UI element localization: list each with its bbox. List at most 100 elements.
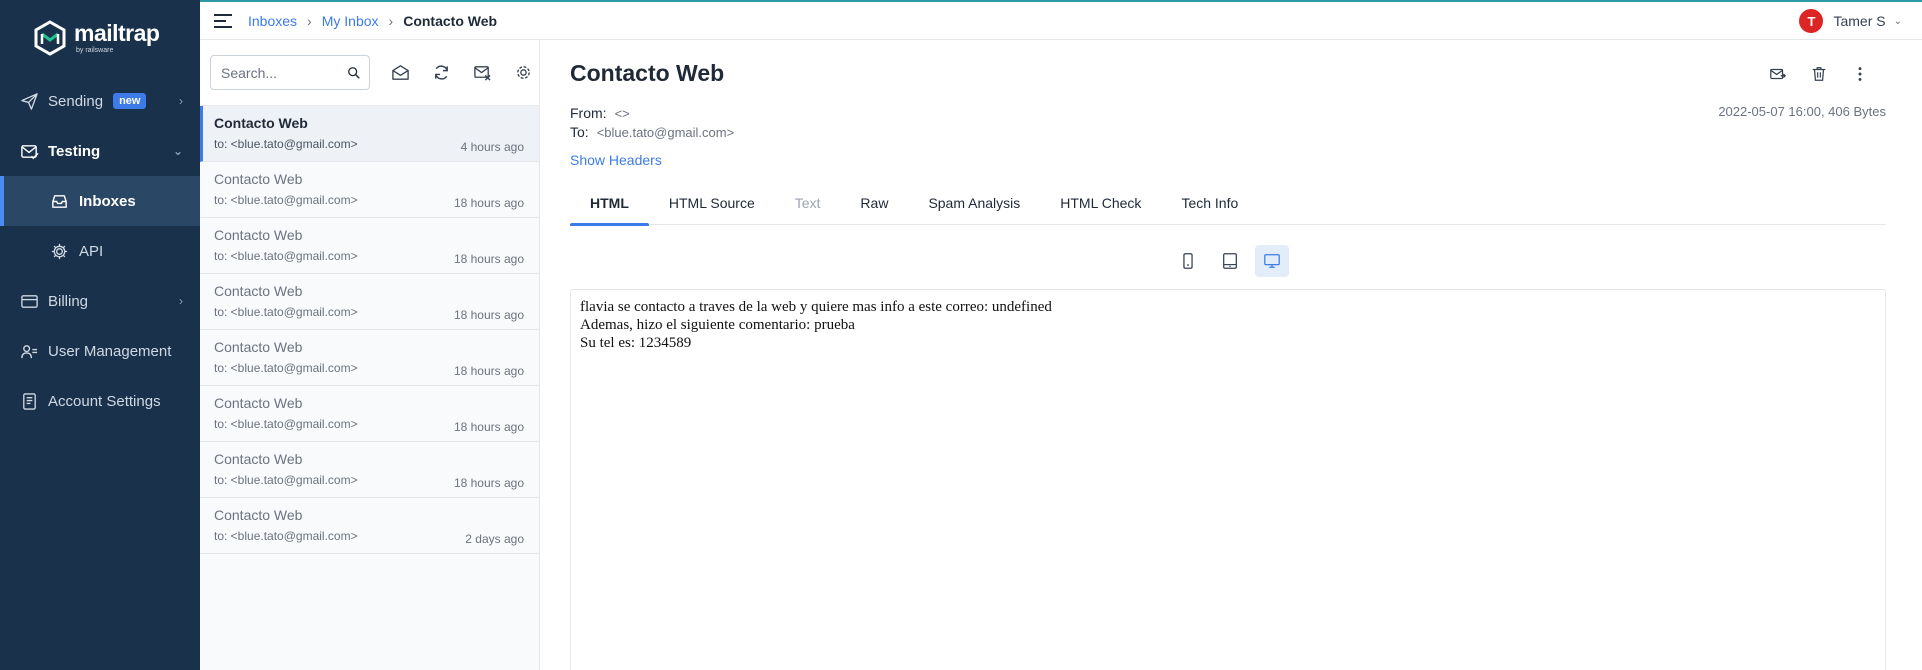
- delete-button[interactable]: [1807, 62, 1831, 86]
- sidebar-item-sending[interactable]: Sending new ›: [0, 76, 200, 126]
- message-time: 18 hours ago: [453, 476, 524, 490]
- message-list-item[interactable]: Contacto Web to: <blue.tato@gmail.com> 2…: [200, 498, 539, 554]
- sidebar-item-inboxes[interactable]: Inboxes: [0, 176, 200, 226]
- topbar: Inboxes › My Inbox › Contacto Web T Tame…: [200, 0, 1922, 40]
- from-value: <>: [614, 106, 630, 121]
- refresh-icon: [434, 65, 448, 80]
- breadcrumb: Inboxes › My Inbox › Contacto Web: [248, 13, 497, 29]
- search-icon[interactable]: [347, 66, 361, 80]
- menu-icon[interactable]: [214, 13, 232, 28]
- tab-tech-info[interactable]: Tech Info: [1161, 181, 1258, 225]
- sidebar-item-api[interactable]: API: [0, 226, 200, 276]
- tab-html-source[interactable]: HTML Source: [649, 181, 775, 225]
- gear-icon: [51, 243, 68, 259]
- sidebar-item-label: Sending: [48, 92, 104, 110]
- chevron-right-icon: ›: [179, 294, 183, 308]
- tab-spam-analysis[interactable]: Spam Analysis: [908, 181, 1040, 225]
- to-value: <blue.tato@gmail.com>: [596, 125, 735, 140]
- message-preview: flavia se contacto a traves de la web y …: [570, 289, 1886, 670]
- message-list-item[interactable]: Contacto Web to: <blue.tato@gmail.com> 1…: [200, 330, 539, 386]
- message-time: 18 hours ago: [453, 308, 524, 322]
- breadcrumb-inboxes[interactable]: Inboxes: [248, 13, 297, 29]
- mobile-icon: [1183, 253, 1193, 269]
- tablet-icon: [1223, 253, 1237, 269]
- user-menu[interactable]: T Tamer S ⌄: [1799, 9, 1902, 33]
- message-actions: [1749, 62, 1872, 86]
- send-icon: [21, 92, 38, 110]
- tab-html-check[interactable]: HTML Check: [1040, 181, 1161, 225]
- tablet-view-button[interactable]: [1213, 245, 1247, 277]
- message-tabs: HTML HTML Source Text Raw Spam Analysis …: [570, 181, 1886, 226]
- message-view: Contacto Web From: <> To: <blue.tato@gmail…: [540, 40, 1922, 670]
- sidebar-item-label: Testing: [48, 142, 101, 160]
- message-body-line: flavia se contacto a traves de la web y …: [580, 299, 1052, 315]
- sidebar: mailtrap by railsware Sending new › Test…: [0, 0, 200, 670]
- message-list-item[interactable]: Contacto Web to: <blue.tato@gmail.com> 1…: [200, 162, 539, 218]
- search-input[interactable]: [221, 64, 347, 81]
- message-time: 18 hours ago: [453, 252, 524, 266]
- gear-icon: [516, 66, 530, 79]
- forward-mail-icon: [1770, 68, 1787, 80]
- inbox-icon: [52, 194, 67, 208]
- user-name: Tamer S: [1833, 13, 1886, 29]
- new-badge: new: [113, 93, 147, 109]
- message-subject: Contacto Web: [214, 171, 303, 187]
- from-label: From:: [570, 105, 607, 121]
- message-subject: Contacto Web: [214, 283, 303, 299]
- chevron-down-icon: ⌄: [1893, 15, 1902, 27]
- message-list-item[interactable]: Contacto Web to: <blue.tato@gmail.com> 1…: [200, 274, 539, 330]
- show-headers-link[interactable]: Show Headers: [570, 152, 662, 168]
- chevron-down-icon: ⌄: [172, 144, 183, 158]
- desktop-view-button[interactable]: [1255, 245, 1289, 277]
- sidebar-item-billing[interactable]: Billing ›: [0, 276, 200, 326]
- mark-read-button[interactable]: [389, 62, 411, 84]
- inbox-settings-button[interactable]: [512, 62, 534, 84]
- message-list-item[interactable]: Contacto Web to: <blue.tato@gmail.com> 1…: [200, 218, 539, 274]
- document-icon: [23, 392, 36, 410]
- sidebar-item-user-management[interactable]: User Management: [0, 326, 200, 376]
- logo-sub: by railsware: [76, 47, 114, 54]
- list-toolbar: [200, 40, 539, 106]
- mobile-view-button[interactable]: [1171, 245, 1205, 277]
- message-subject: Contacto Web: [214, 339, 303, 355]
- mailtrap-logo-icon: [34, 20, 66, 56]
- testing-mail-icon: [21, 144, 39, 159]
- sidebar-item-label: User Management: [48, 342, 172, 360]
- refresh-button[interactable]: [430, 62, 452, 84]
- message-list-item[interactable]: Contacto Web to: <blue.tato@gmail.com> 1…: [200, 442, 539, 498]
- tab-html[interactable]: HTML: [570, 181, 649, 226]
- breadcrumb-current: Contacto Web: [403, 12, 498, 29]
- breadcrumb-separator: ›: [307, 12, 312, 29]
- open-envelope-icon: [391, 65, 409, 80]
- forward-button[interactable]: [1766, 62, 1790, 86]
- message-subject: Contacto Web: [214, 451, 303, 467]
- message-list-item[interactable]: Contacto Web to: <blue.tato@gmail.com> 1…: [200, 386, 539, 442]
- message-title: Contacto Web: [570, 60, 725, 86]
- message-body-line: Ademas, hizo el siguiente comentario: pr…: [580, 317, 855, 333]
- message-time: 2 days ago: [465, 532, 524, 546]
- message-meta: From: <> To: <blue.tato@gmail.com>: [570, 104, 734, 142]
- message-body-line: Su tel es: 1234589: [580, 335, 692, 351]
- sidebar-item-label: API: [79, 242, 104, 260]
- sidebar-item-label: Billing: [48, 292, 89, 310]
- desktop-icon: [1264, 254, 1280, 268]
- sidebar-item-testing[interactable]: Testing ⌄: [0, 126, 200, 176]
- mailtrap-logo[interactable]: mailtrap by railsware: [0, 0, 200, 76]
- device-preview-switcher: [1171, 245, 1297, 277]
- message-time: 18 hours ago: [453, 364, 524, 378]
- avatar: T: [1799, 9, 1824, 33]
- message-list-panel: Contacto Web to: <blue.tato@gmail.com> 4…: [200, 40, 540, 670]
- sidebar-item-account-settings[interactable]: Account Settings: [0, 376, 200, 426]
- tab-raw[interactable]: Raw: [840, 181, 908, 225]
- clear-inbox-button[interactable]: [471, 62, 493, 84]
- message-list-item[interactable]: Contacto Web to: <blue.tato@gmail.com> 4…: [200, 106, 539, 162]
- message-time: 18 hours ago: [453, 196, 524, 210]
- more-options-button[interactable]: [1848, 62, 1872, 86]
- users-icon: [21, 344, 38, 358]
- tab-text[interactable]: Text: [775, 181, 841, 225]
- sidebar-item-label: Inboxes: [79, 192, 136, 210]
- trash-icon: [1812, 67, 1826, 81]
- breadcrumb-my-inbox[interactable]: My Inbox: [322, 13, 379, 29]
- logo-name: mailtrap: [74, 20, 160, 46]
- message-time: 18 hours ago: [453, 420, 524, 434]
